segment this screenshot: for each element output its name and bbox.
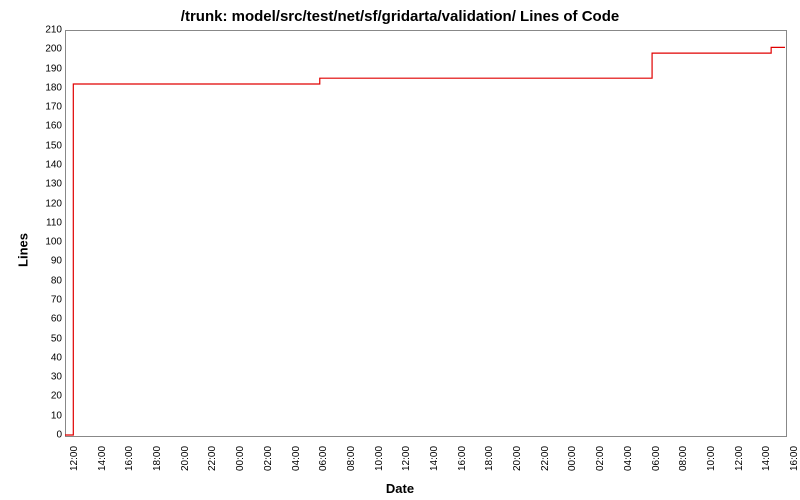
y-tick-label: 0 xyxy=(34,430,62,441)
x-tick-label: 10:00 xyxy=(374,446,385,471)
x-tick-label: 22:00 xyxy=(540,446,551,471)
x-tick-label: 16:00 xyxy=(457,446,468,471)
y-tick-label: 150 xyxy=(34,140,62,151)
x-tick-label: 04:00 xyxy=(623,446,634,471)
y-tick-label: 210 xyxy=(34,25,62,36)
x-tick-label: 02:00 xyxy=(595,446,606,471)
series-line xyxy=(65,47,785,435)
x-tick-label: 16:00 xyxy=(124,446,135,471)
y-axis-label: Lines xyxy=(15,233,30,267)
y-tick-label: 180 xyxy=(34,82,62,93)
y-tick-label: 170 xyxy=(34,102,62,113)
line-layer xyxy=(65,30,785,435)
y-tick-label: 10 xyxy=(34,410,62,421)
x-tick-label: 20:00 xyxy=(512,446,523,471)
y-tick-label: 200 xyxy=(34,44,62,55)
x-tick-label: 00:00 xyxy=(235,446,246,471)
x-tick-label: 22:00 xyxy=(207,446,218,471)
y-tick-label: 30 xyxy=(34,372,62,383)
y-tick-label: 120 xyxy=(34,198,62,209)
x-axis-label: Date xyxy=(0,481,800,496)
x-tick-label: 14:00 xyxy=(97,446,108,471)
y-tick-label: 40 xyxy=(34,352,62,363)
x-tick-label: 14:00 xyxy=(761,446,772,471)
y-tick-label: 50 xyxy=(34,333,62,344)
y-tick-label: 70 xyxy=(34,295,62,306)
x-tick-label: 18:00 xyxy=(484,446,495,471)
x-tick-label: 00:00 xyxy=(567,446,578,471)
x-tick-label: 08:00 xyxy=(678,446,689,471)
y-tick-label: 140 xyxy=(34,160,62,171)
y-tick-label: 160 xyxy=(34,121,62,132)
x-tick-label: 10:00 xyxy=(706,446,717,471)
y-tick-label: 20 xyxy=(34,391,62,402)
x-tick-label: 06:00 xyxy=(651,446,662,471)
x-tick-label: 12:00 xyxy=(69,446,80,471)
y-tick-label: 60 xyxy=(34,314,62,325)
y-tick-label: 80 xyxy=(34,275,62,286)
x-tick-label: 12:00 xyxy=(401,446,412,471)
chart-container: /trunk: model/src/test/net/sf/gridarta/v… xyxy=(0,0,800,500)
x-tick-label: 04:00 xyxy=(291,446,302,471)
x-tick-label: 20:00 xyxy=(180,446,191,471)
x-tick-label: 18:00 xyxy=(152,446,163,471)
y-tick-label: 100 xyxy=(34,237,62,248)
chart-title: /trunk: model/src/test/net/sf/gridarta/v… xyxy=(0,8,800,25)
x-tick-label: 02:00 xyxy=(263,446,274,471)
y-tick-label: 110 xyxy=(34,217,62,228)
x-tick-label: 12:00 xyxy=(734,446,745,471)
x-tick-label: 08:00 xyxy=(346,446,357,471)
y-tick-label: 130 xyxy=(34,179,62,190)
x-tick-label: 14:00 xyxy=(429,446,440,471)
y-tick-label: 190 xyxy=(34,63,62,74)
y-tick-label: 90 xyxy=(34,256,62,267)
x-tick-label: 16:00 xyxy=(789,446,800,471)
x-tick-label: 06:00 xyxy=(318,446,329,471)
